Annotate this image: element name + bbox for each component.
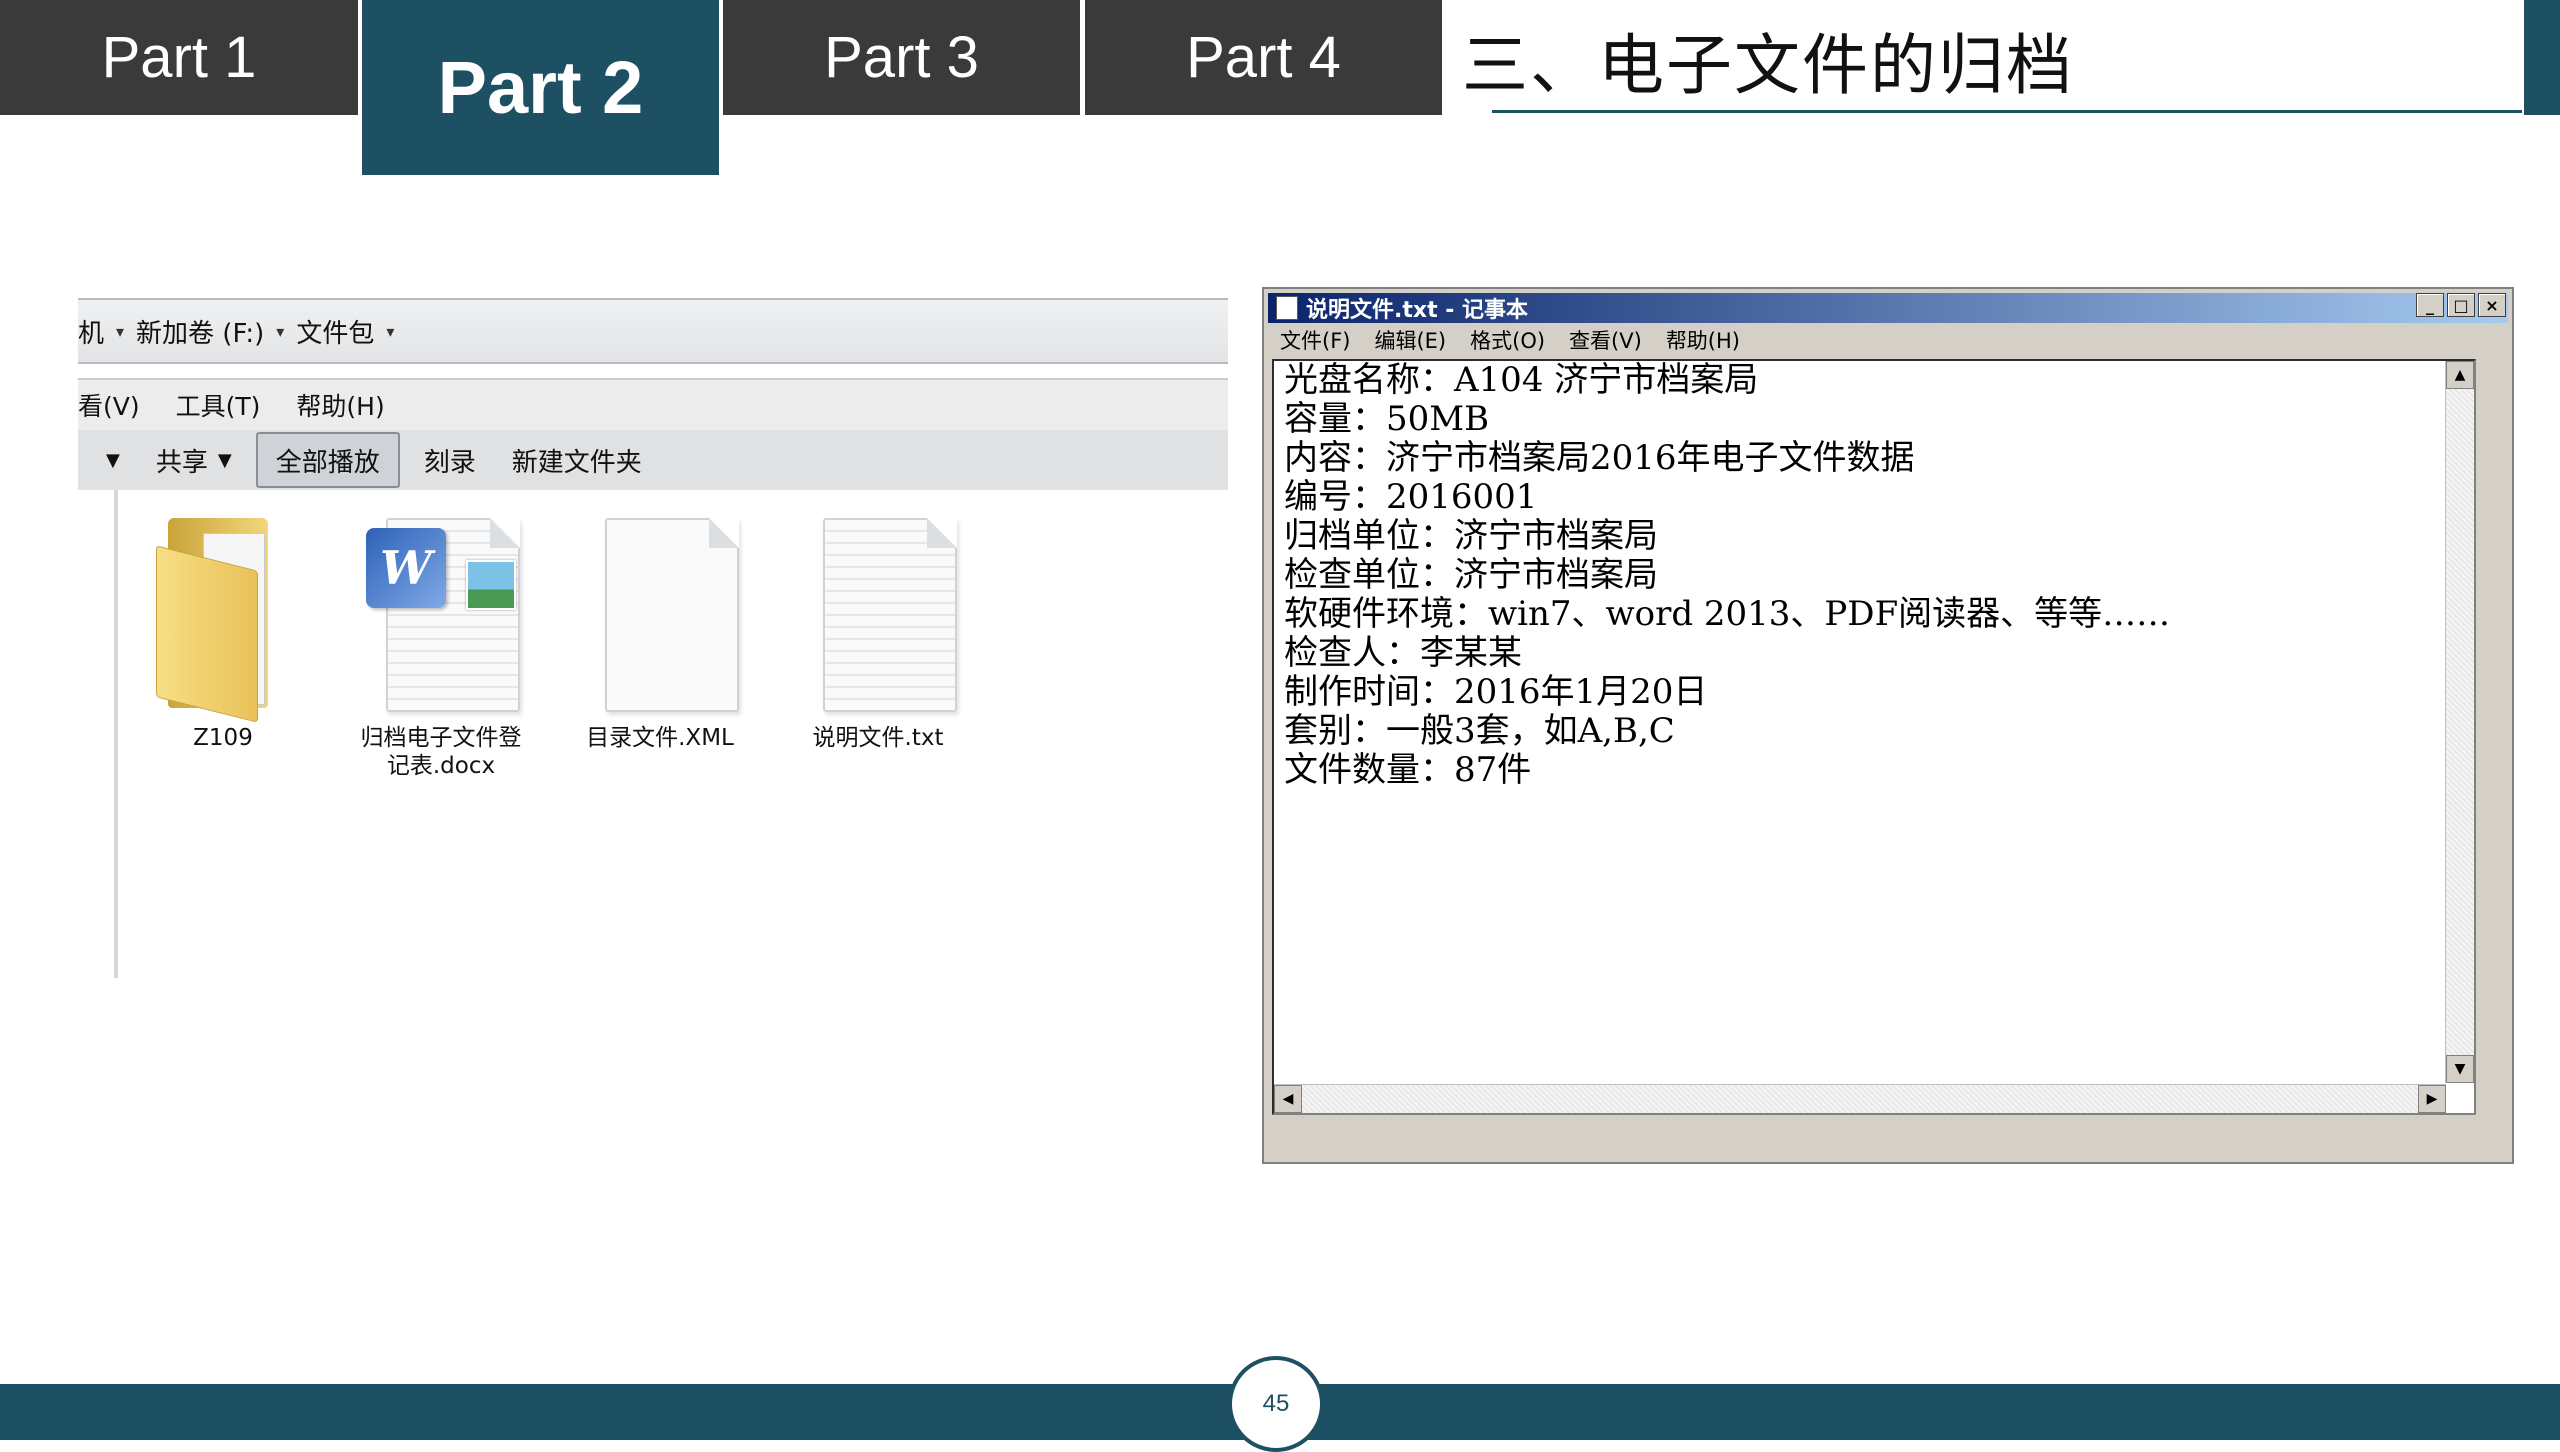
text-line: 编号：2016001: [1284, 477, 1538, 517]
file-name: 说明文件.txt: [812, 725, 944, 751]
tab-part-4[interactable]: Part 4: [1085, 0, 1442, 115]
file-item-xml[interactable]: 目录文件.XML: [565, 508, 755, 752]
chevron-down-icon: ▼: [217, 449, 232, 471]
file-explorer-window: 机 ▾ 新加卷 (F:) ▾ 文件包 ▾ 看(V) 工具(T) 帮助(H) ▼ …: [78, 298, 1228, 978]
chevron-down-icon[interactable]: ▾: [116, 322, 124, 341]
breadcrumb-drive[interactable]: 新加卷 (F:): [136, 313, 264, 350]
play-all-button[interactable]: 全部播放: [255, 432, 400, 488]
close-icon[interactable]: ×: [2478, 293, 2506, 317]
text-line: 检查人：李某某: [1284, 633, 1522, 673]
text-line: 检查单位：济宁市档案局: [1284, 555, 1658, 595]
menu-view[interactable]: 查看(V): [1569, 325, 1642, 355]
notepad-menu-bar: 文件(F) 编辑(E) 格式(O) 查看(V) 帮助(H): [1268, 325, 2508, 355]
text-line: 容量：50MB: [1284, 399, 1490, 439]
menu-file[interactable]: 文件(F): [1280, 325, 1350, 355]
file-item-folder[interactable]: Z109: [128, 508, 318, 752]
scroll-left-icon[interactable]: ◀: [1274, 1085, 1302, 1113]
part-tabs: Part 1 Part 2 Part 3 Part 4: [0, 0, 1443, 175]
chevron-down-icon[interactable]: ▾: [386, 322, 394, 341]
text-line: 内容：济宁市档案局2016年电子文件数据: [1284, 438, 1915, 478]
menu-format[interactable]: 格式(O): [1470, 325, 1545, 355]
text-line: 制作时间：2016年1月20日: [1284, 672, 1708, 712]
nav-pane-divider[interactable]: [114, 490, 118, 978]
text-line: 归档单位：济宁市档案局: [1284, 516, 1658, 556]
maximize-icon[interactable]: □: [2447, 293, 2475, 317]
tab-part-3[interactable]: Part 3: [723, 0, 1080, 115]
menu-tools[interactable]: 工具(T): [176, 387, 261, 423]
file-item-docx[interactable]: W 归档电子文件登 记表.docx: [346, 508, 536, 780]
burn-button[interactable]: 刻录: [406, 434, 494, 486]
notepad-title-bar[interactable]: 说明文件.txt - 记事本: [1268, 293, 2508, 323]
notepad-text-area[interactable]: 光盘名称：A104 济宁市档案局 容量：50MB 内容：济宁市档案局2016年电…: [1272, 359, 2476, 1115]
blank-file-icon: [585, 508, 739, 718]
text-line: 光盘名称：A104 济宁市档案局: [1284, 360, 1759, 400]
menu-help[interactable]: 帮助(H): [1666, 325, 1740, 355]
breadcrumb-root[interactable]: 机: [78, 313, 104, 350]
accent-bar: [2524, 0, 2560, 115]
slide-title: 三、电子文件的归档: [1462, 27, 2074, 104]
word-doc-icon: W: [366, 508, 520, 718]
window-controls: _ □ ×: [2416, 293, 2506, 317]
breadcrumb-folder[interactable]: 文件包: [296, 313, 374, 350]
text-file-icon: [803, 508, 957, 718]
horizontal-scrollbar[interactable]: ◀ ▶: [1274, 1084, 2446, 1113]
new-folder-button[interactable]: 新建文件夹: [494, 434, 660, 486]
file-name: Z109: [193, 725, 253, 751]
file-name: 归档电子文件登 记表.docx: [360, 725, 522, 779]
tab-part-2[interactable]: Part 2: [362, 0, 719, 175]
file-list: Z109 W 归档电子文件登 记表.docx 目录文件.XML 说明文件.txt: [78, 490, 1228, 978]
folder-icon: [148, 508, 298, 723]
text-line: 软硬件环境：win7、word 2013、PDF阅读器、等等……: [1284, 594, 2171, 634]
vertical-scrollbar[interactable]: ▲ ▼: [2445, 361, 2474, 1083]
menu-edit[interactable]: 编辑(E): [1374, 325, 1446, 355]
scroll-right-icon[interactable]: ▶: [2418, 1085, 2446, 1113]
title-underline: [1492, 110, 2522, 113]
chevron-down-icon: ▼: [106, 449, 120, 471]
text-line: 套别：一般3套，如A,B,C: [1284, 711, 1675, 751]
menu-view[interactable]: 看(V): [78, 387, 140, 423]
organize-dropdown[interactable]: ▼: [78, 434, 138, 486]
text-line: 文件数量：87件: [1284, 750, 1532, 790]
tab-part-1[interactable]: Part 1: [0, 0, 358, 115]
share-label: 共享: [155, 447, 208, 478]
share-button[interactable]: 共享 ▼: [138, 434, 250, 486]
file-name: 目录文件.XML: [586, 725, 734, 751]
menu-help[interactable]: 帮助(H): [296, 387, 384, 423]
notepad-title: 说明文件.txt - 记事本: [1306, 298, 1529, 323]
notepad-window: 说明文件.txt - 记事本 _ □ × 文件(F) 编辑(E) 格式(O) 查…: [1262, 287, 2514, 1164]
explorer-menu-bar: 看(V) 工具(T) 帮助(H): [78, 378, 1228, 430]
file-item-txt[interactable]: 说明文件.txt: [783, 508, 973, 752]
notepad-icon: [1276, 296, 1298, 320]
notepad-content: 光盘名称：A104 济宁市档案局 容量：50MB 内容：济宁市档案局2016年电…: [1284, 361, 2434, 790]
scroll-up-icon[interactable]: ▲: [2446, 361, 2474, 389]
chevron-down-icon[interactable]: ▾: [276, 322, 284, 341]
address-bar[interactable]: 机 ▾ 新加卷 (F:) ▾ 文件包 ▾: [78, 298, 1228, 364]
page-number: 45: [1228, 1356, 1324, 1452]
minimize-icon[interactable]: _: [2416, 293, 2444, 317]
explorer-toolbar: ▼ 共享 ▼ 全部播放 刻录 新建文件夹: [78, 430, 1228, 490]
scroll-down-icon[interactable]: ▼: [2446, 1055, 2474, 1083]
